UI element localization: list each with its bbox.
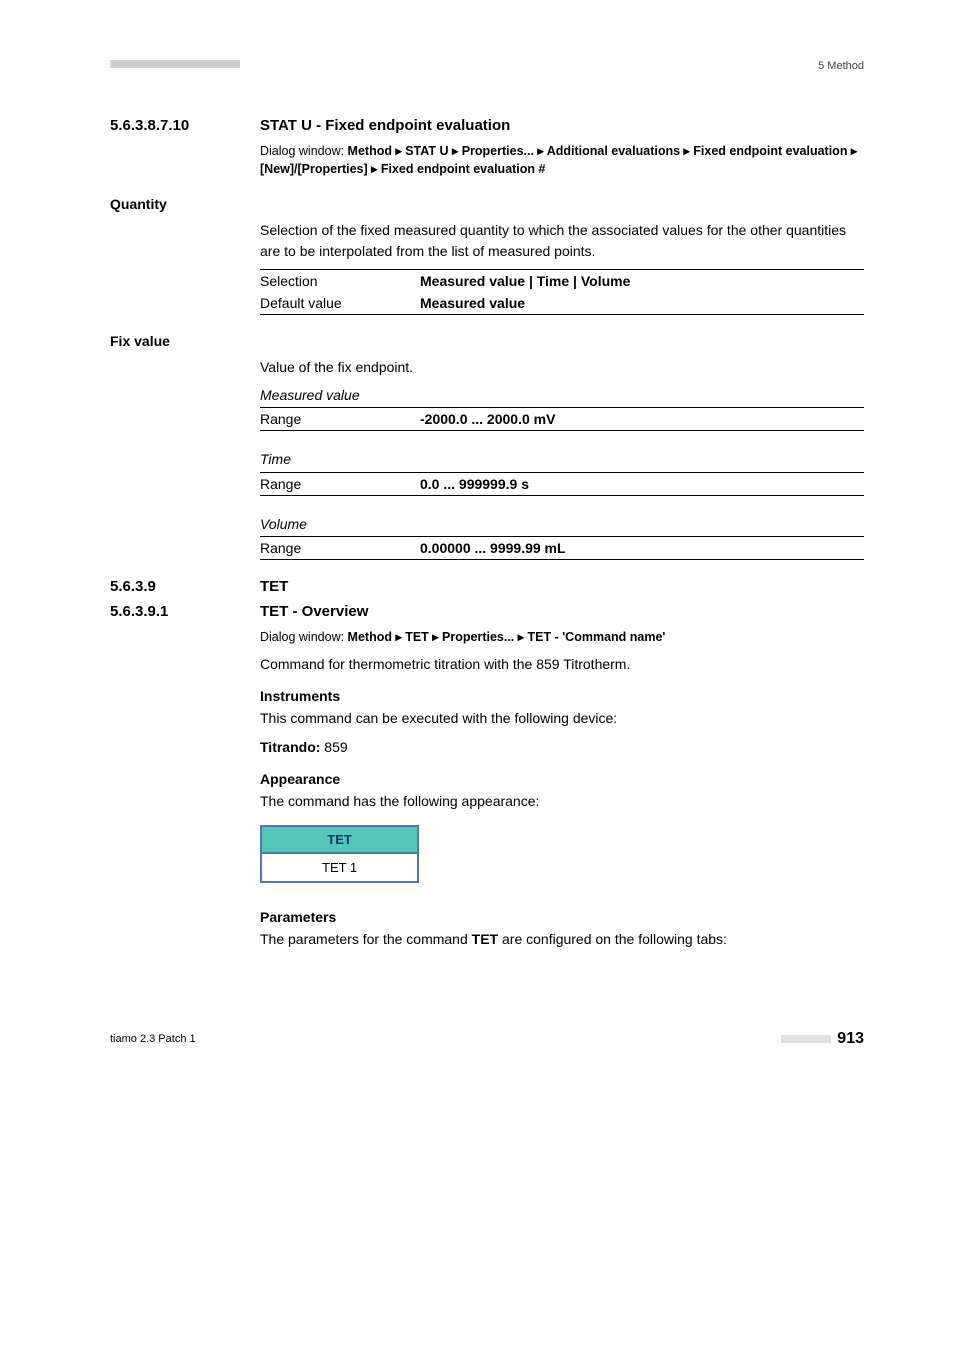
group-title: Volume xyxy=(260,514,864,534)
quantity-desc: Selection of the fixed measured quantity… xyxy=(260,220,864,261)
kv-key: Range xyxy=(260,472,420,495)
section-number: 5.6.3.9 xyxy=(110,578,260,595)
fixvalue-heading: Fix value xyxy=(110,333,864,349)
section-number: 5.6.3.9.1 xyxy=(110,603,260,620)
dialog-prefix: Dialog window: xyxy=(260,144,348,158)
tet-card-header: TET xyxy=(262,827,417,854)
kv-key: Selection xyxy=(260,269,420,292)
titrando-line: Titrando: 859 xyxy=(260,737,864,757)
parameters-heading: Parameters xyxy=(260,909,864,925)
kv-key: Range xyxy=(260,408,420,431)
tet-overview-line: Command for thermometric titration with … xyxy=(260,654,864,674)
instruments-heading: Instruments xyxy=(260,688,864,704)
range-table: Range 0.0 ... 999999.9 s xyxy=(260,472,864,496)
instruments-line: This command can be executed with the fo… xyxy=(260,708,864,728)
kv-value: -2000.0 ... 2000.0 mV xyxy=(420,408,864,431)
dialog-path: Dialog window: Method ▸ STAT U ▸ Propert… xyxy=(260,142,864,178)
appearance-line: The command has the following appearance… xyxy=(260,791,864,811)
kv-value: Measured value | Time | Volume xyxy=(420,269,864,292)
dialog-path-text: Method ▸ TET ▸ Properties... ▸ TET - 'Co… xyxy=(348,630,666,644)
appearance-heading: Appearance xyxy=(260,771,864,787)
kv-key: Range xyxy=(260,537,420,560)
param-text-b: TET xyxy=(472,931,498,947)
kv-value: 0.0 ... 999999.9 s xyxy=(420,472,864,495)
dialog-path-text: Method ▸ STAT U ▸ Properties... ▸ Additi… xyxy=(260,144,857,176)
param-text-a: The parameters for the command xyxy=(260,931,472,947)
dialog-path: Dialog window: Method ▸ TET ▸ Properties… xyxy=(260,628,864,646)
footer-page-number: 913 xyxy=(837,1030,864,1048)
fixvalue-desc: Value of the fix endpoint. xyxy=(260,357,864,377)
header-ornament-left xyxy=(110,60,240,68)
kv-value: 0.00000 ... 9999.99 mL xyxy=(420,537,864,560)
section-title: STAT U - Fixed endpoint evaluation xyxy=(260,117,510,134)
dialog-prefix: Dialog window: xyxy=(260,630,348,644)
kv-key: Default value xyxy=(260,292,420,315)
section-title: TET xyxy=(260,578,288,595)
footer-ornament xyxy=(781,1035,831,1043)
group-title: Time xyxy=(260,449,864,469)
quantity-heading: Quantity xyxy=(110,196,864,212)
tet-card-body: TET 1 xyxy=(262,854,417,881)
section-number: 5.6.3.8.7.10 xyxy=(110,117,260,134)
quantity-table: Selection Measured value | Time | Volume… xyxy=(260,269,864,315)
section-title: TET - Overview xyxy=(260,603,368,620)
range-table: Range 0.00000 ... 9999.99 mL xyxy=(260,536,864,560)
range-table: Range -2000.0 ... 2000.0 mV xyxy=(260,407,864,431)
param-text-c: are configured on the following tabs: xyxy=(498,931,727,947)
titrando-value: 859 xyxy=(320,739,347,755)
titrando-label: Titrando: xyxy=(260,739,320,755)
header-right: 5 Method xyxy=(818,60,864,72)
tet-command-card: TET TET 1 xyxy=(260,825,419,883)
group-title: Measured value xyxy=(260,385,864,405)
parameters-line: The parameters for the command TET are c… xyxy=(260,929,864,949)
kv-value: Measured value xyxy=(420,292,864,315)
footer-left: tiamo 2.3 Patch 1 xyxy=(110,1033,196,1045)
